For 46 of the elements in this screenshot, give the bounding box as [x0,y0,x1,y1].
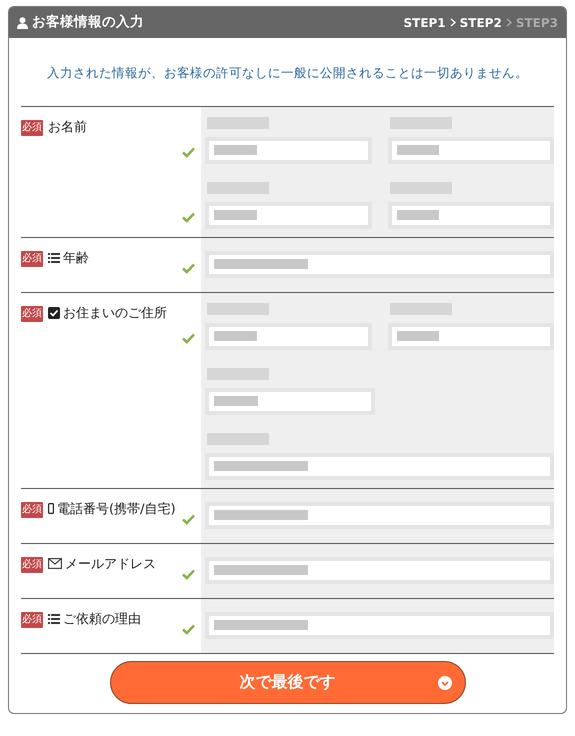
next-button[interactable]: 次で最後です [110,660,466,704]
blurred-field[interactable] [205,388,375,415]
blurred-field[interactable] [205,556,554,584]
field-label: お名前 [48,118,87,137]
blurred-field[interactable] [388,202,554,229]
blurred-field[interactable] [205,612,554,639]
phone-icon [48,502,54,514]
blurred-label [390,116,452,129]
step-label: STEP2 [460,14,502,32]
user-icon [17,16,28,28]
field-label: お住まいのご住所 [63,304,167,323]
notice-text: 入力された情報が、お客様の許可なしに一般に公開されることは一切ありません。 [46,64,529,82]
chevron-icon [506,18,512,27]
blurred-label [207,368,269,380]
blurred-label [207,116,269,129]
required-badge: 必須 [21,612,43,628]
blurred-label [207,302,269,315]
blurred-field[interactable] [205,322,372,350]
list-icon [48,612,60,625]
required-badge: 必須 [21,250,43,267]
envelope-icon [48,558,62,569]
step-label: STEP3 [516,14,558,32]
blurred-field[interactable] [388,136,554,164]
field-label: ご依頼の理由 [63,610,141,629]
blurred-label [390,302,452,315]
field-label: 電話番号(携帯/自宅) [57,500,176,519]
blurred-label [207,432,269,445]
blurred-field[interactable] [205,136,372,164]
blurred-field[interactable] [388,322,554,350]
blurred-field[interactable] [205,502,554,529]
blurred-field[interactable] [205,202,372,229]
required-badge: 必須 [21,306,43,322]
field-label: メールアドレス [65,556,156,574]
required-badge: 必須 [21,502,43,518]
form-title: お客様情報の入力 [32,13,144,32]
blurred-field[interactable] [205,250,554,278]
required-badge: 必須 [21,120,43,136]
blurred-label [207,182,269,194]
required-badge: 必須 [21,556,43,573]
list-icon [48,252,60,264]
blurred-label [390,182,452,194]
chevron-icon [450,18,456,27]
checkbox-icon [48,306,60,319]
step-label: STEP1 [403,14,446,32]
field-label: 年齢 [63,250,89,268]
blurred-field[interactable] [205,452,554,480]
